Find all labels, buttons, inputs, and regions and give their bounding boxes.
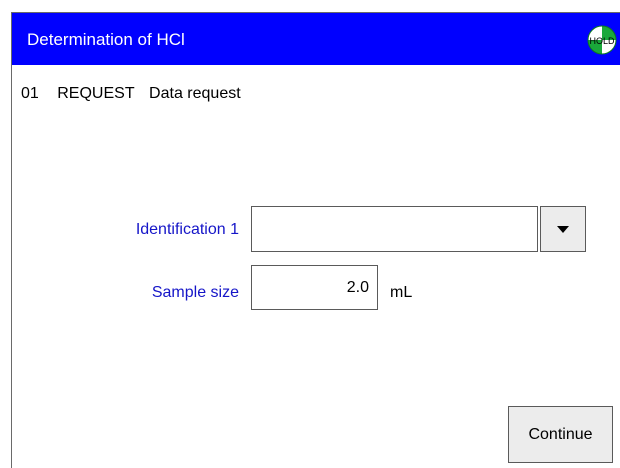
chevron-down-icon [557, 226, 569, 233]
title-bar: Determination of HCl HOLD [12, 13, 620, 65]
step-info: 01 REQUEST Data request [21, 85, 241, 103]
step-type: REQUEST [57, 85, 135, 102]
step-number: 01 [21, 85, 39, 102]
hold-badge-graphic: HOLD [587, 25, 617, 55]
sample-size-unit: mL [390, 284, 413, 301]
titration-screen: Determination of HCl HOLD 01 REQUEST Dat… [11, 12, 620, 468]
identification-label: Identification 1 [135, 221, 239, 238]
identification-dropdown-button[interactable] [540, 206, 586, 252]
hold-status-icon[interactable]: HOLD [587, 25, 617, 55]
sample-size-label: Sample size [151, 284, 239, 301]
sample-size-value: 2.0 [346, 279, 369, 296]
identification-input[interactable] [251, 206, 538, 252]
sample-size-input[interactable]: 2.0 [251, 265, 378, 310]
hold-text: HOLD [589, 36, 615, 46]
step-description: Data request [149, 85, 241, 102]
page-title: Determination of HCl [27, 30, 185, 49]
continue-button[interactable]: Continue [508, 406, 613, 463]
